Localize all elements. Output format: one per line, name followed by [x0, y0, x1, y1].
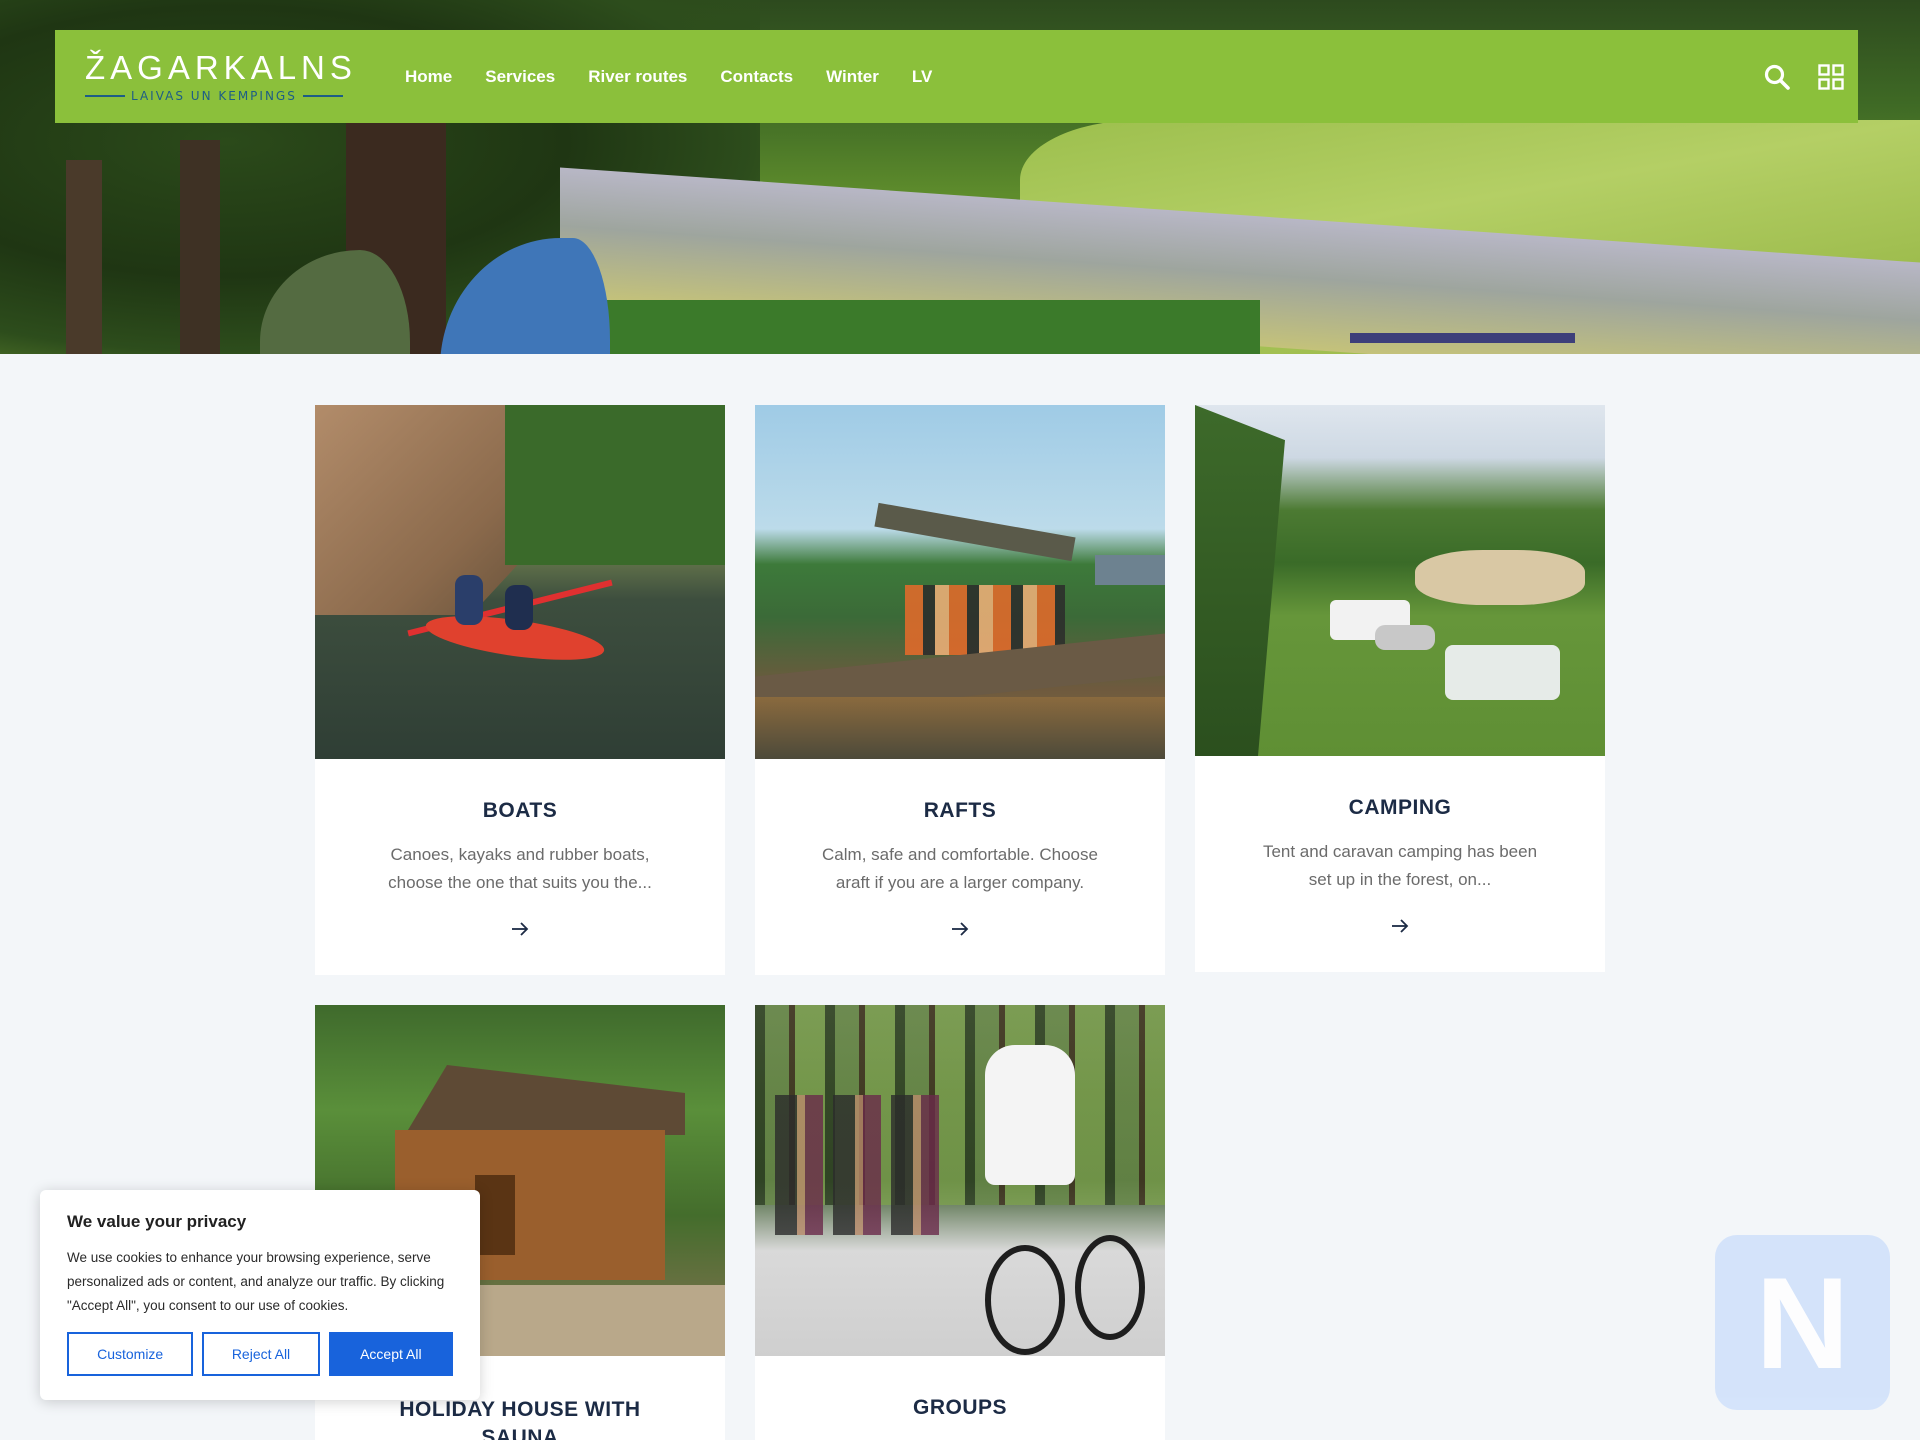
logo-title: ŽAGARKALNS: [85, 48, 357, 86]
nav-item-services[interactable]: Services: [485, 67, 555, 87]
nav-item-winter[interactable]: Winter: [826, 67, 879, 87]
card-description: Tent and caravan camping has been set up…: [1262, 842, 1538, 889]
image-people: [905, 585, 1065, 655]
card-description: Calm, safe and comfortable. Choose araft…: [822, 845, 1098, 892]
card-title[interactable]: BOATS: [315, 799, 725, 823]
nav-item-contacts[interactable]: Contacts: [720, 67, 793, 87]
image-cyclist: [985, 1045, 1075, 1185]
service-card-groups[interactable]: GROUPS: [755, 1005, 1165, 1440]
image-car: [1375, 625, 1435, 650]
cookie-title: We value your privacy: [67, 1212, 247, 1231]
logo-tagline-row: LAIVAS UN KEMPINGS: [85, 89, 405, 103]
image-water: [755, 697, 1165, 759]
search-icon[interactable]: [1762, 62, 1792, 92]
image-forest: [505, 405, 725, 565]
image-house-roof: [405, 1065, 685, 1135]
cookie-actions: Customize Reject All Accept All: [67, 1332, 453, 1376]
floating-widget-button[interactable]: N: [1715, 1235, 1890, 1410]
logo-tagline: LAIVAS UN KEMPINGS: [131, 88, 297, 103]
main-navigation: ŽAGARKALNS LAIVAS UN KEMPINGS Home Servi…: [55, 30, 1858, 123]
image-house-door: [475, 1175, 515, 1255]
card-description: Canoes, kayaks and rubber boats, choose …: [388, 845, 652, 892]
nav-actions: [1762, 30, 1846, 123]
divider: [302, 94, 343, 97]
image-person: [455, 575, 483, 625]
image-raft-roof: [874, 502, 1076, 562]
nav-menu: Home Services River routes Contacts Wint…: [405, 67, 932, 87]
hero-tree-trunk: [66, 160, 102, 354]
nav-item-home[interactable]: Home: [405, 67, 452, 87]
image-sand: [1415, 550, 1585, 605]
card-title[interactable]: CAMPING: [1195, 796, 1605, 820]
boats-image[interactable]: [315, 405, 725, 759]
groups-image[interactable]: [755, 1005, 1165, 1356]
image-cyclists: [775, 1095, 945, 1235]
rafts-image[interactable]: [755, 405, 1165, 759]
cookie-text: We use cookies to enhance your browsing …: [67, 1250, 445, 1313]
service-card-boats[interactable]: BOATS Canoes, kayaks and rubber boats, c…: [315, 405, 725, 975]
service-card-rafts[interactable]: RAFTS Calm, safe and comfortable. Choose…: [755, 405, 1165, 975]
camping-image[interactable]: [1195, 405, 1605, 756]
nav-item-river-routes[interactable]: River routes: [588, 67, 687, 87]
nav-item-language[interactable]: LV: [912, 67, 932, 87]
card-title[interactable]: RAFTS: [755, 799, 1165, 823]
arrow-right-icon[interactable]: [510, 919, 530, 939]
site-logo[interactable]: ŽAGARKALNS LAIVAS UN KEMPINGS: [55, 48, 405, 103]
image-bike-wheel: [1075, 1235, 1145, 1340]
customize-button[interactable]: Customize: [67, 1332, 194, 1376]
image-raft-roof: [1095, 555, 1165, 585]
card-title[interactable]: GROUPS: [755, 1396, 1165, 1420]
card-title[interactable]: HOLIDAY HOUSE WITH SAUNA: [315, 1396, 725, 1440]
hero-tree-trunk: [180, 140, 220, 354]
accept-all-button[interactable]: Accept All: [328, 1332, 453, 1376]
hero-picnic-table: [1350, 333, 1575, 343]
service-card-camping[interactable]: CAMPING Tent and caravan camping has bee…: [1195, 405, 1605, 972]
reject-all-button[interactable]: Reject All: [202, 1332, 320, 1376]
cookie-consent-banner: We value your privacy We use cookies to …: [40, 1190, 480, 1400]
image-bike-wheel: [985, 1245, 1065, 1355]
arrow-right-icon[interactable]: [950, 919, 970, 939]
grid-menu-icon[interactable]: [1816, 62, 1846, 92]
divider: [85, 94, 125, 97]
image-person: [505, 585, 533, 630]
hero-grass: [560, 300, 1260, 354]
widget-logo-icon: N: [1755, 1249, 1850, 1396]
image-tree: [1195, 405, 1285, 756]
image-van: [1445, 645, 1560, 700]
arrow-right-icon[interactable]: [1390, 916, 1410, 936]
